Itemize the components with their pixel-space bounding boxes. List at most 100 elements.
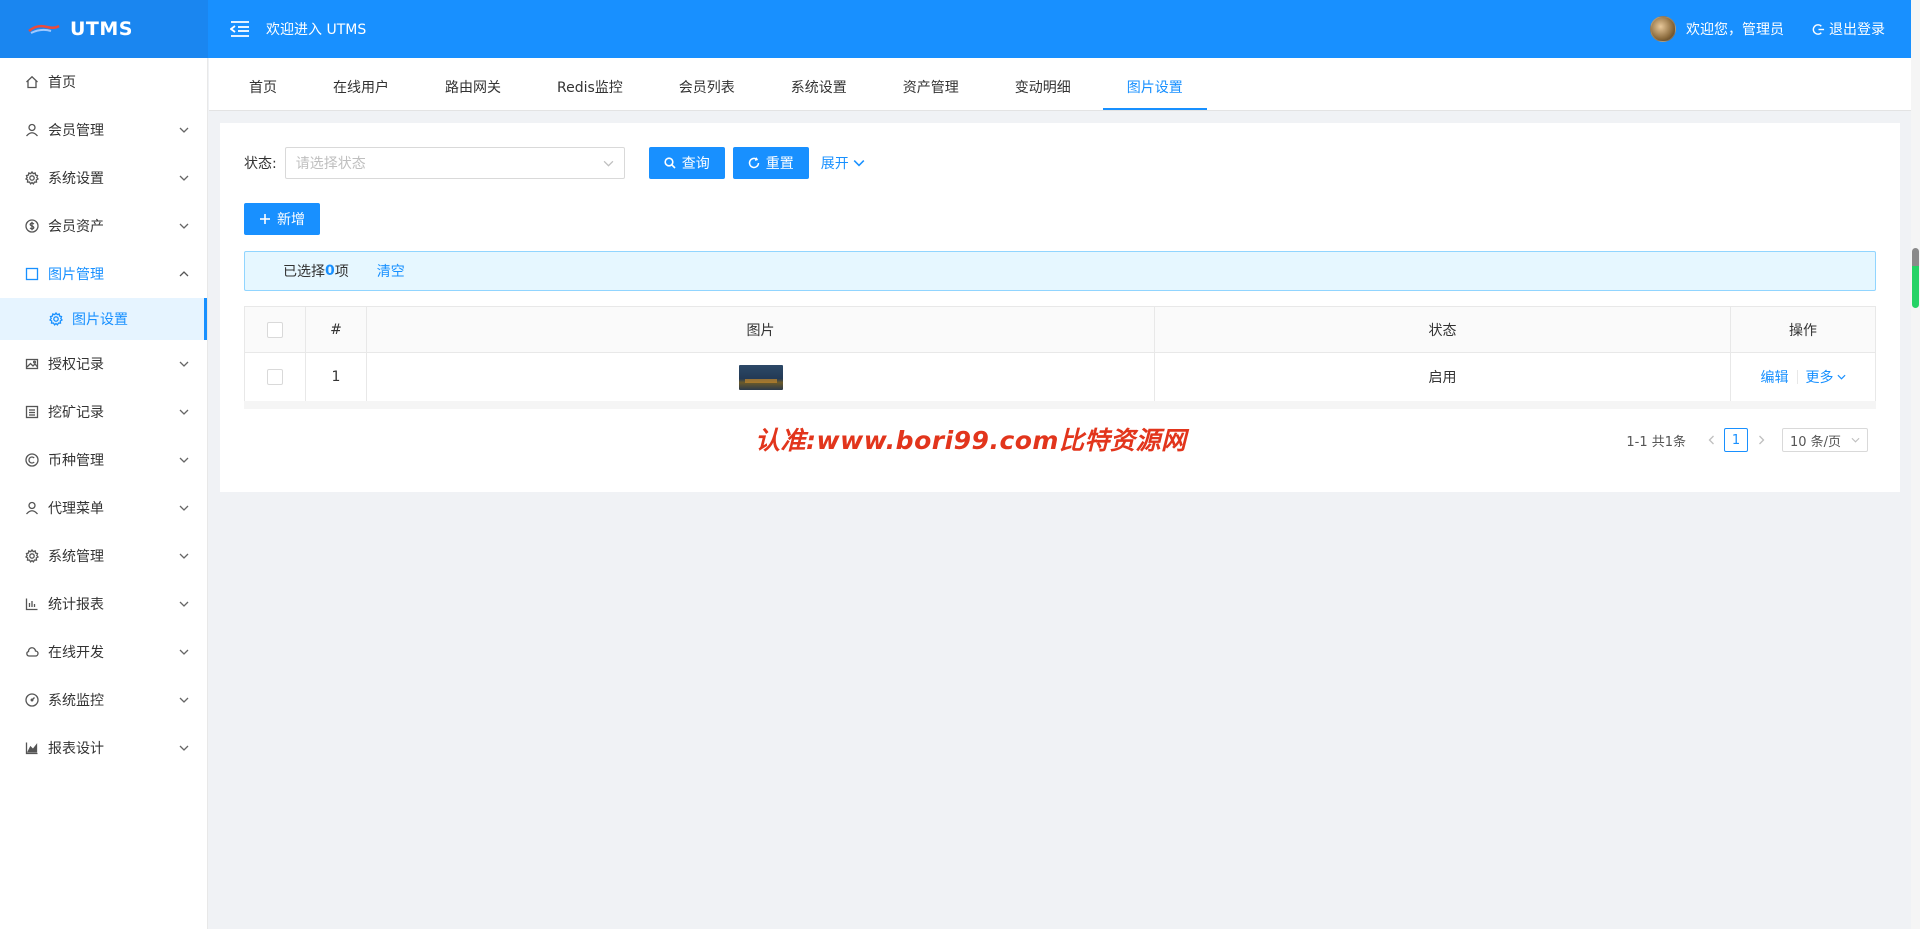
table-scroll-track[interactable] (244, 401, 1876, 409)
sidebar-item-agent-menu[interactable]: 代理菜单 (0, 484, 207, 532)
sidebar-item-image-management[interactable]: 图片管理 (0, 250, 207, 298)
welcome-text: 欢迎进入 UTMS (266, 22, 367, 38)
tab-home[interactable]: 首页 (225, 65, 301, 110)
area-chart-icon (24, 740, 40, 756)
expand-label: 展开 (820, 156, 849, 172)
sidebar-item-statistics-report[interactable]: 统计报表 (0, 580, 207, 628)
chevron-down-icon (179, 697, 189, 703)
tab-bar: 首页 在线用户 路由网关 Redis监控 会员列表 系统设置 资产管理 变动明细… (209, 58, 1911, 111)
sidebar-item-mining-records[interactable]: 挖矿记录 (0, 388, 207, 436)
chevron-down-icon (179, 361, 189, 367)
selection-count: 0 (325, 263, 335, 279)
logout-icon (1812, 23, 1825, 35)
select-all-checkbox[interactable] (267, 321, 283, 338)
home-icon (24, 74, 40, 90)
user-icon (24, 122, 40, 138)
next-page-icon[interactable] (1750, 435, 1772, 445)
page-scrollbar[interactable] (1911, 0, 1920, 929)
page-size-select[interactable]: 10 条/页 (1782, 428, 1868, 452)
sidebar-item-label: 系统设置 (48, 171, 104, 187)
sidebar-item-report-design[interactable]: 报表设计 (0, 724, 207, 772)
status-select[interactable]: 请选择状态 (284, 147, 625, 179)
row-image-cell (367, 353, 1155, 401)
sidebar-item-label: 系统监控 (48, 693, 104, 709)
logo-icon (24, 19, 64, 39)
dollar-icon (24, 218, 40, 234)
search-icon (664, 157, 676, 169)
chevron-down-icon (179, 745, 189, 751)
square-icon (24, 266, 40, 282)
image-thumbnail[interactable] (738, 364, 783, 390)
sidebar-item-label: 在线开发 (48, 645, 104, 661)
sidebar-item-member-management[interactable]: 会员管理 (0, 106, 207, 154)
sidebar-item-currency-management[interactable]: 币种管理 (0, 436, 207, 484)
status-filter-label: 状态: (244, 156, 277, 172)
logo-text: UTMS (70, 18, 133, 40)
row-checkbox-cell (245, 353, 306, 401)
sidebar-item-label: 币种管理 (48, 453, 104, 469)
column-header-image: 图片 (367, 307, 1155, 352)
sidebar-item-member-assets[interactable]: 会员资产 (0, 202, 207, 250)
tab-system-settings[interactable]: 系统设置 (767, 65, 871, 110)
add-button[interactable]: 新增 (244, 203, 320, 235)
selection-alert: 已选择 0 项 清空 (244, 251, 1876, 291)
gear-icon (24, 548, 40, 564)
tab-redis-monitor[interactable]: Redis监控 (533, 65, 647, 110)
sidebar-item-label: 会员资产 (48, 219, 104, 235)
scrollbar-thumb[interactable] (1912, 248, 1919, 308)
header-user-area: 欢迎您，管理员 退出登录 (1650, 16, 1911, 42)
sidebar-item-label: 系统管理 (48, 549, 104, 565)
gear-icon (48, 311, 64, 327)
sidebar-item-home[interactable]: 首页 (0, 58, 207, 106)
user-greeting[interactable]: 欢迎您，管理员 (1686, 19, 1784, 39)
sidebar-item-system-management[interactable]: 系统管理 (0, 532, 207, 580)
sidebar-item-system-monitor[interactable]: 系统监控 (0, 676, 207, 724)
row-index: 1 (306, 353, 367, 401)
picture-icon (24, 356, 40, 372)
chevron-down-icon (853, 160, 865, 167)
tab-online-users[interactable]: 在线用户 (309, 65, 413, 110)
image-table: # 图片 状态 操作 1 启用 编辑 更多 (244, 306, 1876, 402)
bar-chart-icon (24, 596, 40, 612)
tab-image-settings[interactable]: 图片设置 (1102, 65, 1207, 110)
pagination: 1-1 共1条 1 10 条/页 (1626, 428, 1868, 452)
table-row: 1 启用 编辑 更多 (245, 353, 1875, 402)
query-button[interactable]: 查询 (648, 147, 725, 179)
page-number-1[interactable]: 1 (1724, 428, 1748, 452)
reset-button[interactable]: 重置 (732, 147, 809, 179)
logo[interactable]: UTMS (0, 0, 208, 58)
status-select-placeholder: 请选择状态 (295, 156, 366, 172)
content-card: 状态: 请选择状态 查询 重置 展开 新增 已选择 0 项 清空 # 图片 状态… (220, 123, 1900, 492)
sidebar-item-label: 图片管理 (48, 267, 104, 283)
expand-toggle[interactable]: 展开 (821, 153, 865, 173)
add-label: 新增 (277, 212, 305, 228)
reset-label: 重置 (765, 156, 794, 172)
sidebar-item-label: 挖矿记录 (48, 405, 104, 421)
prev-page-icon[interactable] (1700, 435, 1722, 445)
action-divider (1796, 370, 1798, 384)
row-checkbox[interactable] (267, 369, 283, 385)
filter-form: 状态: 请选择状态 查询 重置 展开 (244, 147, 865, 179)
edit-link[interactable]: 编辑 (1761, 367, 1789, 387)
tab-route-gateway[interactable]: 路由网关 (421, 65, 525, 110)
chevron-down-icon (179, 505, 189, 511)
chevron-down-icon (179, 601, 189, 607)
tab-asset-management[interactable]: 资产管理 (879, 65, 983, 110)
sidebar-item-system-settings[interactable]: 系统设置 (0, 154, 207, 202)
logout-button[interactable]: 退出登录 (1812, 19, 1885, 39)
more-label: 更多 (1805, 370, 1834, 386)
clear-selection-link[interactable]: 清空 (377, 261, 405, 281)
tab-member-list[interactable]: 会员列表 (655, 65, 759, 110)
menu-fold-icon[interactable] (226, 15, 254, 43)
pagination-total: 1-1 共1条 (1626, 434, 1686, 450)
sidebar-menu: 首页 会员管理 系统设置 会员资产 图片管理 图片设置 授权记录 挖矿记录 币种… (0, 58, 208, 929)
avatar[interactable] (1650, 16, 1676, 42)
sidebar-item-authorization-records[interactable]: 授权记录 (0, 340, 207, 388)
tab-change-details[interactable]: 变动明细 (991, 65, 1095, 110)
cloud-icon (24, 644, 40, 660)
more-dropdown[interactable]: 更多 (1806, 367, 1846, 387)
sidebar-item-label: 授权记录 (48, 357, 104, 373)
sidebar-item-image-settings[interactable]: 图片设置 (0, 298, 207, 340)
sidebar-item-online-development[interactable]: 在线开发 (0, 628, 207, 676)
top-header: UTMS 欢迎进入 UTMS 欢迎您，管理员 退出登录 (0, 0, 1911, 58)
